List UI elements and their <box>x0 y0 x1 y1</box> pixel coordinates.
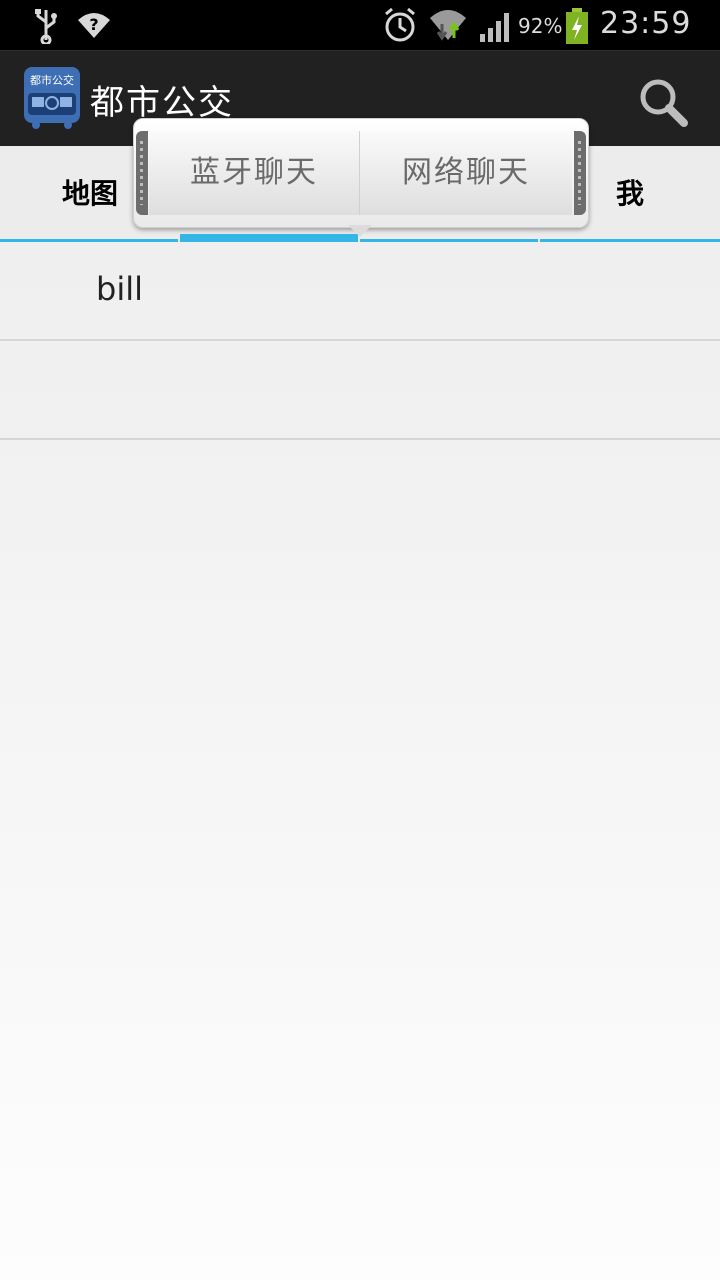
search-icon <box>640 79 688 127</box>
popup-pointer <box>348 225 372 237</box>
bluetooth-chat-button[interactable]: 蓝牙聊天 <box>149 131 360 215</box>
popup-left-cap <box>136 131 148 215</box>
app-title: 都市公交 <box>90 83 234 123</box>
list-item[interactable]: bill <box>0 242 720 341</box>
tab-selected-indicator <box>180 234 358 242</box>
list-item-name: bill <box>96 270 143 308</box>
alarm-icon <box>385 7 415 42</box>
clock: 23:59 <box>600 6 692 41</box>
popup-right-cap <box>574 131 586 215</box>
wifi-transfer-icon <box>430 10 466 41</box>
chat-popup-menu: 蓝牙聊天 网络聊天 <box>133 118 589 237</box>
signal-icon <box>480 13 509 42</box>
list-item[interactable] <box>0 341 720 440</box>
battery-percent: 92% <box>518 14 563 38</box>
search-button[interactable] <box>636 75 692 131</box>
usb-icon <box>35 9 57 44</box>
status-bar: ? 92% 23:59 <box>0 0 720 50</box>
wifi-icon: ? <box>78 13 110 38</box>
battery-charging-icon <box>566 8 588 44</box>
network-chat-button[interactable]: 网络聊天 <box>360 131 572 215</box>
svg-text:?: ? <box>89 15 98 34</box>
app-logo-icon[interactable]: 都市公交 <box>24 67 80 131</box>
app-logo-text: 都市公交 <box>30 73 74 87</box>
